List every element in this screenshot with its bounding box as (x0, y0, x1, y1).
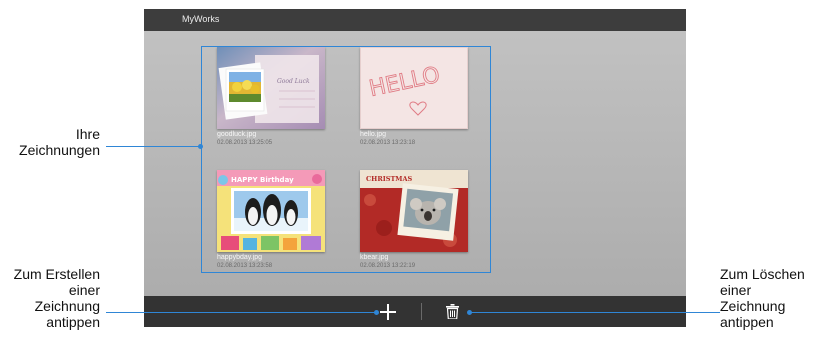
create-callout-dot (374, 310, 379, 315)
drawing-date: 02.08.2013 13:25:05 (217, 140, 273, 146)
drawings-callout-line (106, 146, 202, 147)
drawing-filename: kbear.jpg (360, 254, 389, 261)
app-screen: MyWorks Good Luck goodluck.jpg 02.08.201… (144, 9, 686, 327)
drawings-label: Ihre Zeichnungen (19, 126, 100, 158)
drawing-filename: hello.jpg (360, 131, 387, 138)
drawing-thumbnail-goodluck[interactable]: Good Luck (217, 47, 325, 129)
app-title: MyWorks (182, 14, 220, 24)
kbear-card-text: CHRISTMAS (366, 175, 413, 183)
delete-callout-dot (467, 310, 472, 315)
drawing-thumbnail-kbear[interactable]: CHRISTMAS (360, 170, 468, 252)
drawing-filename: goodluck.jpg (217, 131, 257, 138)
delete-drawing-button[interactable] (440, 296, 464, 327)
create-callout-line (106, 312, 378, 313)
drawing-date: 02.08.2013 13:23:58 (217, 263, 273, 269)
drawing-item-goodluck[interactable]: Good Luck goodluck.jpg 02.08.2013 13:25:… (217, 47, 325, 147)
drawing-item-happybday[interactable]: HAPPY Birthday happybday.jpg 02.08.2013 … (217, 170, 325, 270)
drawing-filename: happybday.jpg (217, 254, 263, 261)
drawing-thumbnail-hello[interactable]: HELLO (360, 47, 468, 129)
drawing-date: 02.08.2013 13:23:18 (360, 140, 416, 146)
drawing-thumbnail-happybday[interactable]: HAPPY Birthday (217, 170, 325, 252)
happybday-artwork: HAPPY Birthday (217, 170, 325, 252)
drawings-callout-dot (198, 144, 203, 149)
delete-drawing-label: Zum Löschen einer Zeichnung antippen (720, 266, 805, 330)
create-drawing-label: Zum Erstellen einer Zeichnung antippen (13, 266, 100, 330)
happybday-card-text: HAPPY Birthday (231, 176, 294, 184)
drawing-item-hello[interactable]: HELLO hello.jpg 02.08.2013 13:23:18 (360, 47, 468, 147)
delete-callout-line (470, 312, 720, 313)
drawing-date: 02.08.2013 13:22:19 (360, 263, 416, 269)
kbear-artwork: CHRISTMAS (360, 170, 468, 252)
plus-icon (380, 303, 396, 320)
toolbar-divider (421, 303, 422, 320)
trash-icon (445, 304, 459, 319)
drawing-item-kbear[interactable]: CHRISTMAS kbear.jpg 02.08.2013 13:22:19 (360, 170, 468, 270)
goodluck-card-text: Good Luck (277, 78, 310, 85)
goodluck-artwork: Good Luck (217, 47, 325, 129)
hello-artwork: HELLO (360, 47, 468, 129)
title-bar: MyWorks (144, 9, 686, 31)
